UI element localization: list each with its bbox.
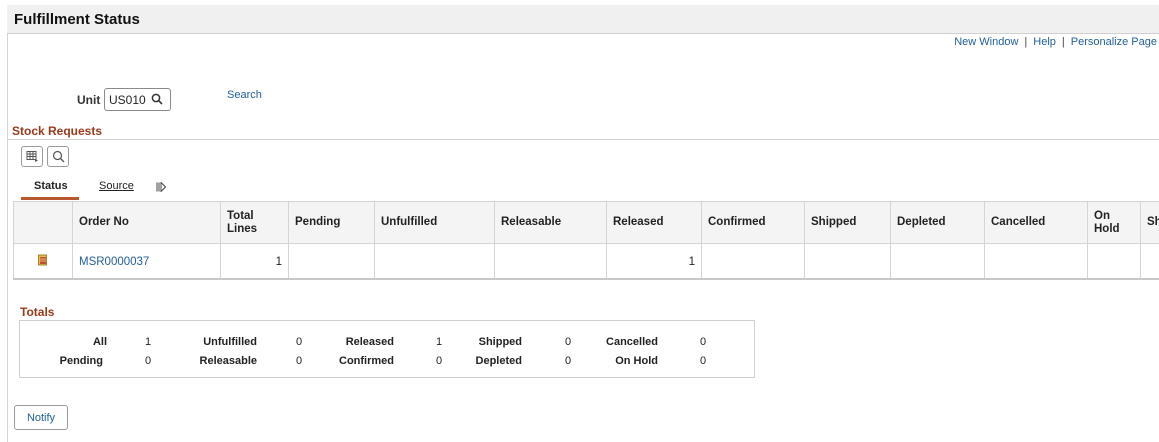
overflow-cell [1140,243,1159,280]
totals-label: Depleted [475,355,522,367]
link-separator: | [1061,36,1065,48]
grid-icon [26,151,38,162]
column-header: Pending [288,201,375,244]
expand-columns-icon[interactable] [156,182,166,192]
totals-value: 1 [145,336,152,348]
column-header-icon [13,201,73,244]
find-in-grid-button[interactable] [47,146,69,167]
grid-header-row: Order No Total Lines Pending Unfulfilled… [13,201,1159,244]
totals-value: 0 [436,355,443,367]
tab-source[interactable]: Source [99,180,134,192]
totals-label: Shipped [478,336,522,348]
totals-label: Unfulfilled [203,336,257,348]
page-header: Fulfillment Status [7,5,1159,34]
totals-label: All [92,336,107,348]
unit-input[interactable]: US010 [104,88,171,111]
page-title: Fulfillment Status [14,11,140,28]
search-icon[interactable] [151,93,163,105]
column-header: Sh [1140,201,1159,244]
column-header: Releasable [494,201,607,244]
on-hold-cell [1087,243,1141,280]
totals-value: 0 [565,355,572,367]
totals-value: 1 [436,336,443,348]
totals-label: Releasable [199,355,257,367]
grid-bottom-border [13,278,1159,280]
releasable-cell [494,243,607,280]
left-border [7,34,8,442]
totals-heading: Totals [20,305,55,319]
total-lines-cell: 1 [220,243,289,280]
totals-label: Cancelled [606,336,658,348]
column-header: Confirmed [701,201,805,244]
stock-requests-heading: Stock Requests [12,124,103,138]
section-divider [7,139,1159,140]
totals-label: Confirmed [339,355,394,367]
totals-value: 0 [145,355,152,367]
order-no-link[interactable]: MSR0000037 [79,256,149,268]
column-header: Unfulfilled [374,201,495,244]
totals-panel: All 1 Unfulfilled 0 Released 1 Shipped 0… [19,320,755,378]
column-header: Shipped [804,201,891,244]
totals-value: 0 [565,336,572,348]
order-no-cell: MSR0000037 [72,243,221,280]
personalize-grid-button[interactable] [21,146,43,167]
row-detail-cell[interactable] [13,243,73,280]
help-link[interactable]: Help [1033,36,1056,48]
search-icon [52,150,65,163]
confirmed-cell [701,243,805,280]
document-icon[interactable] [37,254,49,266]
active-tab-indicator [21,197,79,200]
link-separator: | [1024,36,1028,48]
new-window-link[interactable]: New Window [954,36,1018,48]
released-cell: 1 [606,243,702,280]
shipped-cell [804,243,891,280]
stock-requests-grid: Order No Total Lines Pending Unfulfilled… [13,201,1159,280]
cancelled-cell [984,243,1088,280]
totals-value: 0 [700,355,707,367]
unit-label: Unit [77,93,101,107]
tab-status[interactable]: Status [34,180,68,192]
top-links: New Window | Help | Personalize Page [954,36,1157,48]
table-row: MSR0000037 1 1 [13,243,1159,280]
search-link[interactable]: Search [227,89,262,101]
totals-label: Released [345,336,394,348]
unit-value: US010 [109,93,146,107]
column-header: On Hold [1087,201,1141,244]
column-header: Order No [72,201,221,244]
column-header: Total Lines [220,201,289,244]
depleted-cell [890,243,985,280]
column-header: Depleted [890,201,985,244]
notify-button[interactable]: Notify [14,405,68,430]
column-header: Cancelled [984,201,1088,244]
totals-label: Pending [59,355,103,367]
totals-value: 0 [296,336,303,348]
unfulfilled-cell [374,243,495,280]
column-header: Released [606,201,702,244]
tab-source-label: Source [99,180,134,192]
totals-value: 0 [700,336,707,348]
totals-label: On Hold [615,355,658,367]
pending-cell [288,243,375,280]
totals-value: 0 [296,355,303,367]
personalize-page-link[interactable]: Personalize Page [1071,36,1157,48]
